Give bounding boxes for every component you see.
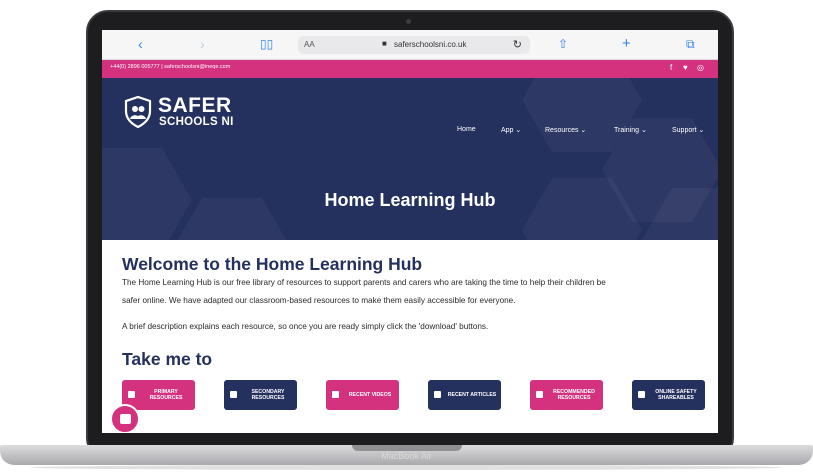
- button-label: RECOMMENDED RESOURCES: [553, 388, 595, 401]
- camera-icon: [406, 19, 411, 24]
- take-me-to-heading: Take me to: [122, 349, 213, 369]
- reload-icon[interactable]: ↻: [513, 38, 522, 51]
- model-label: MacBook Air: [381, 451, 432, 461]
- nav-home[interactable]: Home: [457, 126, 476, 133]
- plus-icon[interactable]: +: [622, 36, 631, 51]
- back-icon[interactable]: ‹: [138, 37, 143, 51]
- button-label: SECONDARY RESOURCES: [251, 388, 285, 401]
- address-bar[interactable]: AA ■ saferschoolsni.co.uk ↻: [298, 36, 530, 54]
- instagram-icon[interactable]: ◎: [697, 63, 704, 72]
- nav-app[interactable]: App ⌄: [501, 126, 521, 134]
- facebook-icon[interactable]: f: [670, 63, 672, 72]
- online-safety-shareables-button[interactable]: ONLINE SAFETY SHAREABLES: [632, 380, 705, 410]
- book-icon[interactable]: ▯▯: [260, 37, 273, 51]
- share-icon[interactable]: ⇧: [558, 37, 568, 51]
- logo-subtext[interactable]: SCHOOLS NI: [159, 116, 234, 128]
- lock-icon: ■: [382, 39, 387, 48]
- intro-paragraph-line: The Home Learning Hub is our free librar…: [122, 278, 606, 287]
- chat-widget-button[interactable]: [110, 404, 140, 433]
- button-label: RECENT ARTICLES: [447, 391, 497, 398]
- browser-toolbar: ‹ › ▯▯ AA ■ saferschoolsni.co.uk ↻ ⇧ + ⧉: [102, 30, 718, 60]
- stage: MacBook Air ‹ › ▯▯ AA ■ saferschoolsni.c…: [0, 0, 813, 472]
- main-content: Welcome to the Home Learning Hub The Hom…: [102, 240, 718, 433]
- twitter-icon[interactable]: ♥: [683, 63, 688, 72]
- nav-training[interactable]: Training ⌄: [614, 126, 647, 134]
- page-title: Home Learning Hub: [324, 190, 496, 210]
- button-label: ONLINE SAFETY SHAREABLES: [655, 388, 697, 401]
- chat-icon: [120, 414, 131, 424]
- secondary-resources-button[interactable]: SECONDARY RESOURCES: [224, 380, 297, 410]
- reader-button[interactable]: AA: [304, 40, 315, 49]
- logo-text[interactable]: SAFER: [158, 94, 232, 118]
- screen: ‹ › ▯▯ AA ■ saferschoolsni.co.uk ↻ ⇧ + ⧉…: [102, 30, 718, 433]
- nav-resources[interactable]: Resources ⌄: [545, 126, 586, 134]
- contact-bar: +44(0) 2896 005777 | saferschoolsni@ineq…: [102, 60, 718, 78]
- recommended-resources-button[interactable]: RECOMMENDED RESOURCES: [530, 380, 603, 410]
- welcome-heading: Welcome to the Home Learning Hub: [122, 254, 423, 274]
- share-icon: [638, 391, 645, 398]
- button-label: RECENT VIDEOS: [348, 391, 392, 398]
- hero-banner: SAFER SCHOOLS NI Home App ⌄ Resources ⌄ …: [102, 78, 718, 240]
- secondary-resources-icon: [230, 391, 237, 398]
- button-label: PRIMARY RESOURCES: [149, 388, 183, 401]
- download-instructions: A brief description explains each resour…: [122, 322, 489, 331]
- forward-icon[interactable]: ›: [200, 37, 205, 51]
- recent-articles-button[interactable]: RECENT ARTICLES: [428, 380, 501, 410]
- tabs-icon[interactable]: ⧉: [686, 37, 695, 51]
- intro-paragraph-line: safer online. We have adapted our classr…: [122, 296, 516, 305]
- laptop-shadow: [30, 465, 783, 470]
- nav-support[interactable]: Support ⌄: [672, 126, 704, 134]
- play-icon: [332, 391, 339, 398]
- star-icon: [536, 391, 543, 398]
- recent-videos-button[interactable]: RECENT VIDEOS: [326, 380, 399, 410]
- primary-resources-icon: [128, 391, 135, 398]
- shield-logo-icon[interactable]: [124, 96, 152, 128]
- url-text[interactable]: saferschoolsni.co.uk: [394, 40, 466, 49]
- book-icon: [434, 391, 441, 398]
- contact-info[interactable]: +44(0) 2896 005777 | saferschoolsni@ineq…: [110, 64, 230, 70]
